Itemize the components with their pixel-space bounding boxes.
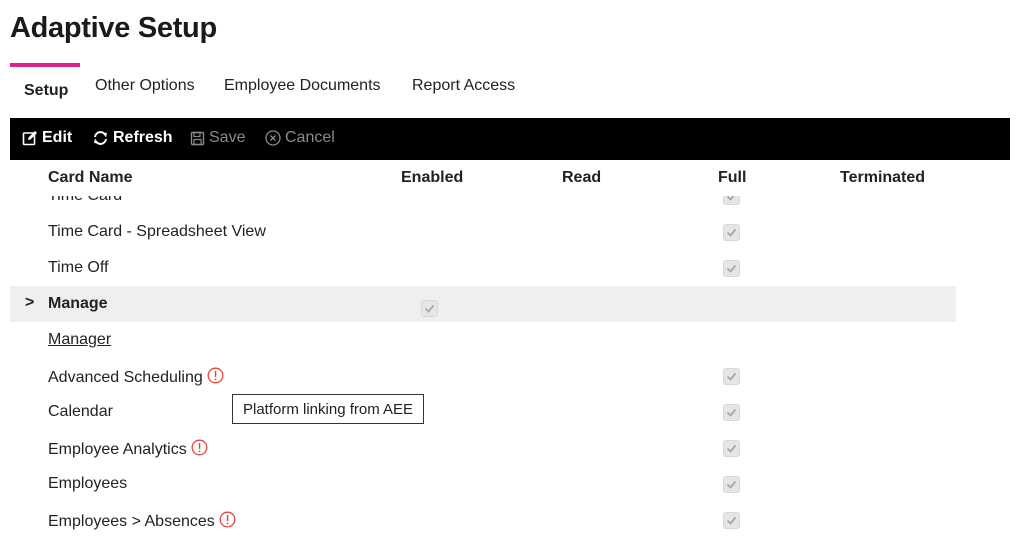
card-name: Time Card - Spreadsheet View — [48, 223, 266, 241]
full-checkbox[interactable] — [723, 440, 740, 457]
cancel-button[interactable]: Cancel — [265, 129, 335, 147]
full-checkbox[interactable] — [723, 224, 740, 241]
card-name-text: Calendar — [48, 403, 113, 420]
tab-employee-documents[interactable]: Employee Documents — [224, 77, 381, 95]
table-row[interactable]: Time Off — [10, 250, 956, 286]
full-checkbox[interactable] — [723, 512, 740, 529]
table-row[interactable]: Employees — [10, 466, 956, 502]
card-name-text: Employees — [48, 475, 128, 492]
save-button[interactable]: Save — [190, 129, 245, 147]
warning-icon[interactable] — [219, 511, 236, 533]
cancel-label: Cancel — [285, 129, 335, 146]
card-name: Employees — [48, 475, 127, 493]
card-name-text: Manage — [48, 295, 108, 312]
table-row[interactable]: Manager — [10, 322, 956, 358]
card-name-text: Time Card - Spreadsheet View — [48, 223, 266, 240]
card-name: Manage — [48, 295, 108, 313]
tooltip: Platform linking from AEE — [232, 394, 425, 424]
grid-rows: Time CardTime Card - Spreadsheet ViewTim… — [10, 178, 1010, 538]
card-name-link[interactable]: Manager — [48, 331, 111, 349]
enabled-checkbox[interactable] — [421, 300, 438, 317]
card-permissions-grid: Card Name Enabled Read Full Terminated T… — [10, 160, 1010, 557]
tab-other-options[interactable]: Other Options — [95, 77, 195, 95]
card-name: Time Off — [48, 259, 108, 277]
card-name: Employee Analytics — [48, 439, 208, 461]
save-icon — [190, 131, 205, 146]
full-checkbox[interactable] — [723, 368, 740, 385]
table-row[interactable]: Advanced Scheduling — [10, 358, 956, 394]
table-row[interactable]: Calendar — [10, 394, 956, 430]
column-header-read[interactable]: Read — [562, 169, 601, 187]
refresh-label: Refresh — [113, 129, 173, 146]
refresh-button[interactable]: Refresh — [92, 129, 173, 147]
grid-header: Card Name Enabled Read Full Terminated — [10, 160, 1010, 196]
card-name: Advanced Scheduling — [48, 367, 224, 389]
toolbar: Edit Refresh Save Cancel — [10, 118, 1010, 160]
full-checkbox[interactable] — [723, 404, 740, 421]
full-checkbox[interactable] — [723, 476, 740, 493]
card-name-text: Time Off — [48, 259, 109, 276]
save-label: Save — [209, 129, 246, 146]
chevron-right-icon[interactable]: > — [25, 294, 34, 312]
edit-button[interactable]: Edit — [22, 129, 72, 147]
full-checkbox[interactable] — [723, 260, 740, 277]
tab-report-access[interactable]: Report Access — [412, 77, 515, 95]
column-header-enabled[interactable]: Enabled — [401, 169, 463, 187]
column-header-terminated[interactable]: Terminated — [840, 169, 925, 187]
column-header-full[interactable]: Full — [718, 169, 746, 187]
page-title: Adaptive Setup — [10, 12, 217, 44]
card-name-text: Employees > Absences — [48, 513, 215, 530]
card-name-text: Manager — [48, 331, 112, 348]
refresh-icon — [92, 130, 109, 146]
table-row[interactable]: Employee Analytics — [10, 430, 956, 466]
card-name-text: Advanced Scheduling — [48, 369, 203, 386]
edit-label: Edit — [42, 129, 73, 146]
warning-icon[interactable] — [191, 439, 208, 461]
tab-active-indicator — [10, 63, 80, 67]
table-row[interactable]: Employees > Absences — [10, 502, 956, 538]
cancel-icon — [265, 130, 281, 146]
tab-setup[interactable]: Setup — [24, 82, 68, 100]
card-name: Employees > Absences — [48, 511, 236, 533]
card-name: Calendar — [48, 403, 113, 421]
warning-icon[interactable] — [207, 367, 224, 389]
card-name-text: Employee Analytics — [48, 441, 187, 458]
edit-icon — [22, 130, 38, 146]
table-row[interactable]: Time Card - Spreadsheet View — [10, 214, 956, 250]
group-row[interactable]: > Manage — [10, 286, 956, 322]
column-header-card-name[interactable]: Card Name — [48, 169, 132, 187]
